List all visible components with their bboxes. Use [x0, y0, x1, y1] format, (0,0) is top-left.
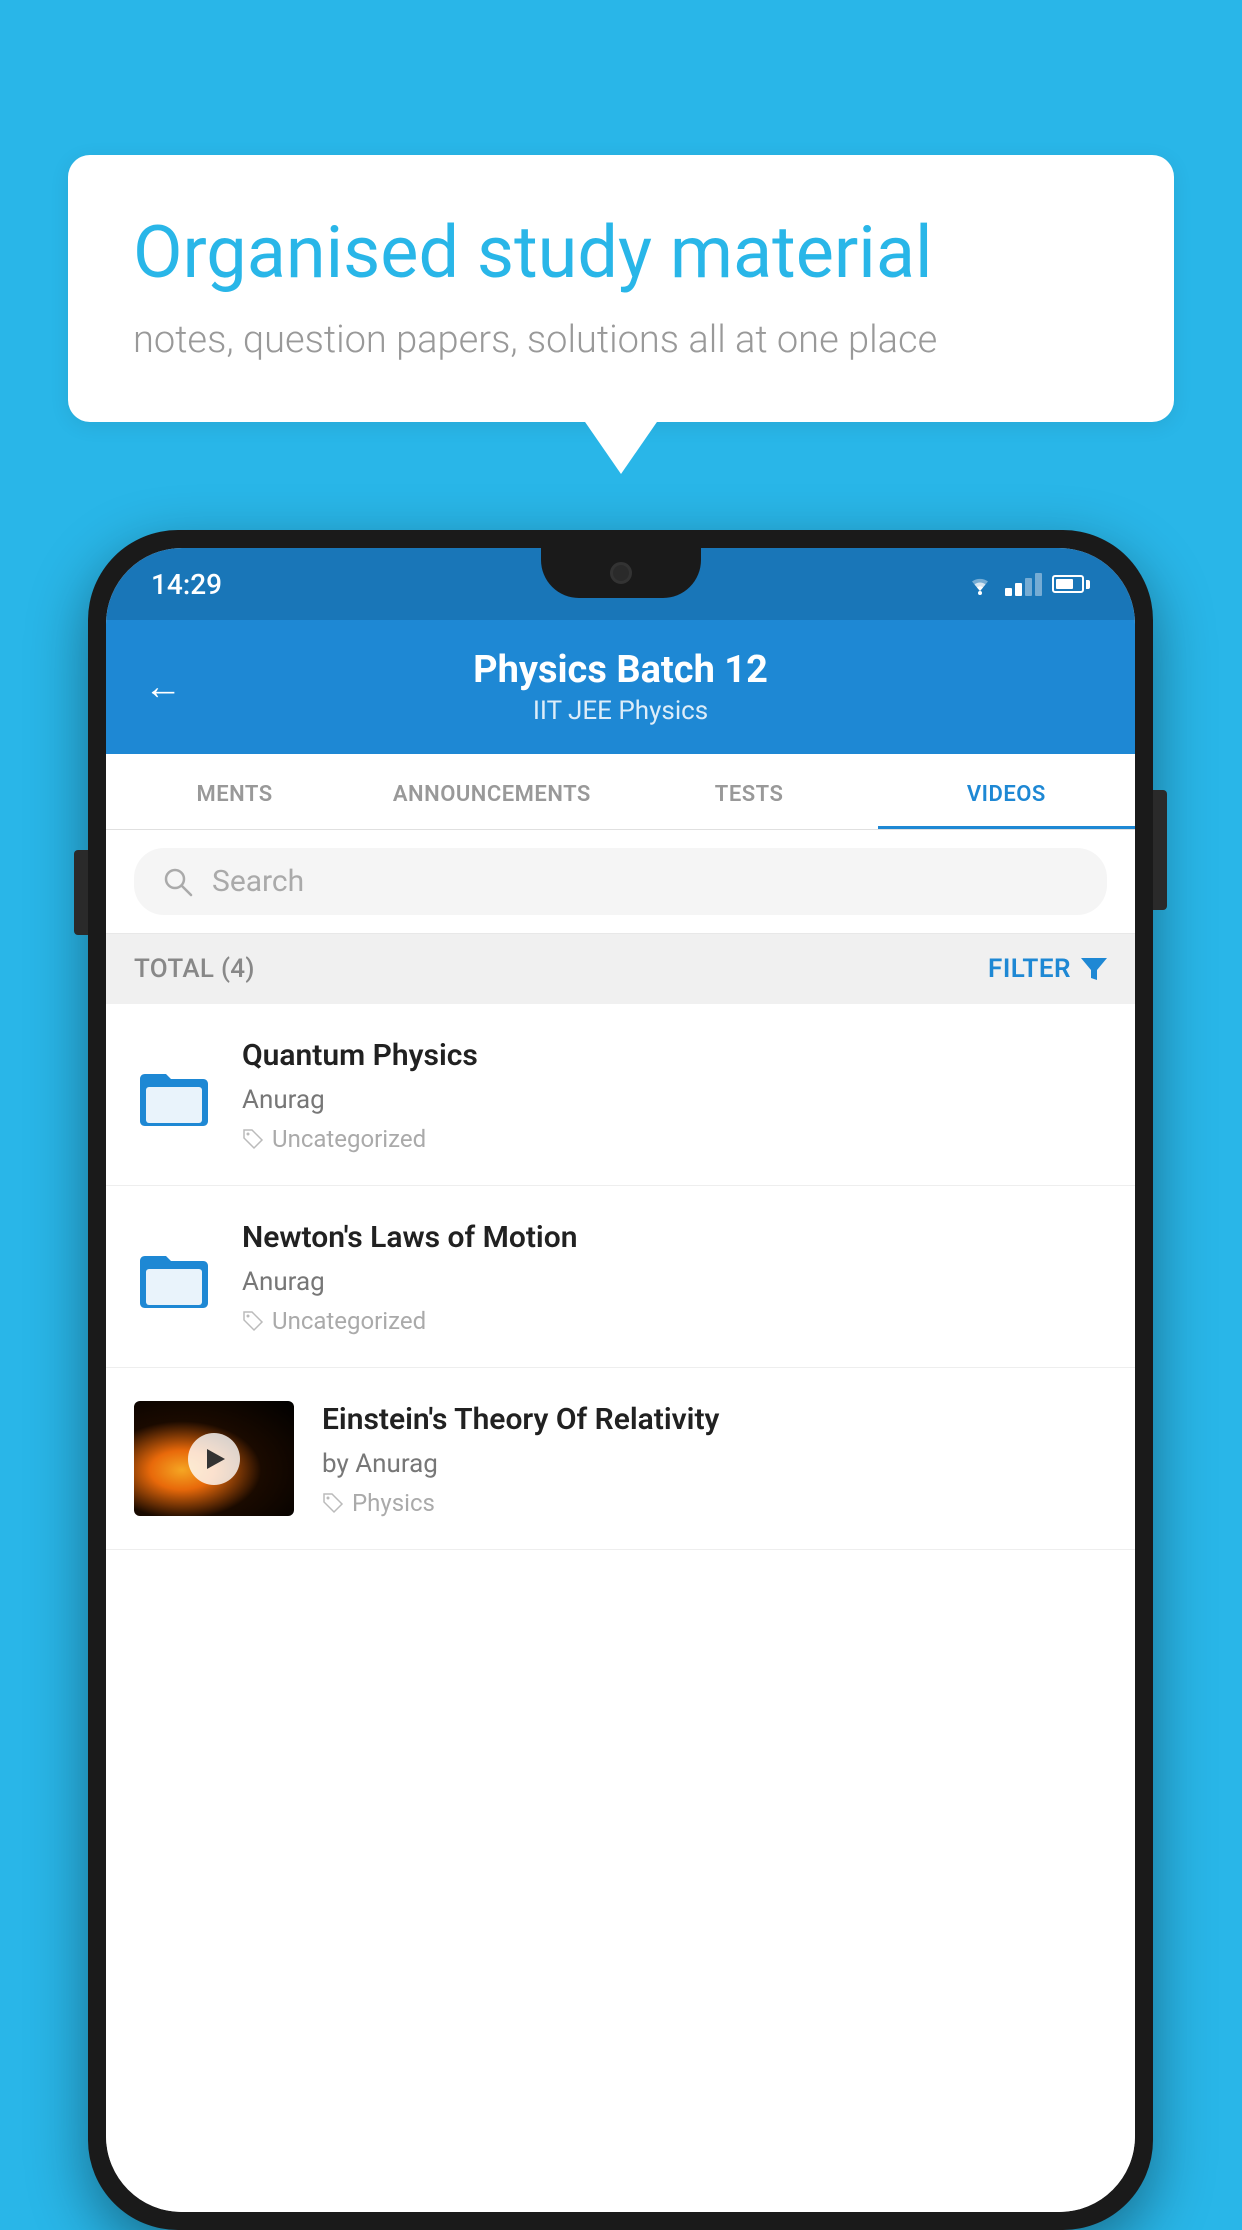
list-item[interactable]: Einstein's Theory Of Relativity by Anura… — [106, 1368, 1135, 1550]
search-bar[interactable]: Search — [134, 848, 1107, 915]
notch — [541, 548, 701, 598]
camera-dot — [610, 562, 632, 584]
tag-icon — [242, 1310, 264, 1332]
search-container: Search — [106, 830, 1135, 934]
filter-button[interactable]: FILTER — [988, 954, 1107, 984]
thumbnail-bg — [134, 1401, 294, 1516]
tag-icon — [322, 1492, 344, 1514]
search-icon — [162, 866, 194, 898]
video-title: Quantum Physics — [242, 1036, 1107, 1075]
folder-icon — [138, 1241, 210, 1313]
phone-outer: 14:29 — [88, 530, 1153, 2230]
app-header: ← Physics Batch 12 IIT JEE Physics — [106, 620, 1135, 754]
folder-icon — [138, 1059, 210, 1131]
tag-icon — [242, 1128, 264, 1150]
list-item[interactable]: Quantum Physics Anurag Uncategorized — [106, 1004, 1135, 1186]
wifi-icon — [965, 573, 995, 595]
tab-announcements[interactable]: ANNOUNCEMENTS — [363, 754, 620, 829]
speech-bubble: Organised study material notes, question… — [68, 155, 1174, 422]
folder-icon-container — [134, 1237, 214, 1317]
video-title: Newton's Laws of Motion — [242, 1218, 1107, 1257]
total-count: TOTAL (4) — [134, 954, 255, 984]
video-author: Anurag — [242, 1085, 1107, 1115]
filter-bar: TOTAL (4) FILTER — [106, 934, 1135, 1004]
status-bar: 14:29 — [106, 548, 1135, 620]
video-author: by Anurag — [322, 1449, 1107, 1479]
speech-bubble-title: Organised study material — [133, 210, 1109, 296]
filter-icon — [1081, 956, 1107, 982]
search-placeholder: Search — [212, 864, 304, 899]
list-item[interactable]: Newton's Laws of Motion Anurag Uncategor… — [106, 1186, 1135, 1368]
tab-videos[interactable]: VIDEOS — [878, 754, 1135, 829]
video-thumbnail — [134, 1401, 294, 1516]
folder-icon-container — [134, 1055, 214, 1135]
status-time: 14:29 — [151, 568, 222, 601]
phone-container: 14:29 — [88, 530, 1153, 2230]
play-triangle-icon — [207, 1449, 225, 1469]
video-info: Newton's Laws of Motion Anurag Uncategor… — [242, 1218, 1107, 1335]
header-subtitle: IIT JEE Physics — [533, 696, 708, 726]
video-list: Quantum Physics Anurag Uncategorized — [106, 1004, 1135, 2212]
tabs-bar: MENTS ANNOUNCEMENTS TESTS VIDEOS — [106, 754, 1135, 830]
tab-tests[interactable]: TESTS — [621, 754, 878, 829]
battery-icon — [1052, 575, 1090, 593]
speech-bubble-subtitle: notes, question papers, solutions all at… — [133, 318, 1109, 362]
phone-screen: 14:29 — [106, 548, 1135, 2212]
tab-ments[interactable]: MENTS — [106, 754, 363, 829]
screen-content: ← Physics Batch 12 IIT JEE Physics MENTS… — [106, 620, 1135, 2212]
header-title: Physics Batch 12 — [473, 648, 768, 692]
play-button[interactable] — [188, 1433, 240, 1485]
video-author: Anurag — [242, 1267, 1107, 1297]
video-info: Einstein's Theory Of Relativity by Anura… — [322, 1400, 1107, 1517]
status-icons — [965, 573, 1090, 596]
speech-bubble-container: Organised study material notes, question… — [68, 155, 1174, 422]
video-info: Quantum Physics Anurag Uncategorized — [242, 1036, 1107, 1153]
filter-label: FILTER — [988, 954, 1071, 984]
video-title: Einstein's Theory Of Relativity — [322, 1400, 1107, 1439]
signal-bars-icon — [1005, 573, 1042, 596]
back-button[interactable]: ← — [144, 665, 182, 709]
video-tag: Uncategorized — [242, 1307, 1107, 1335]
video-tag: Physics — [322, 1489, 1107, 1517]
video-tag: Uncategorized — [242, 1125, 1107, 1153]
